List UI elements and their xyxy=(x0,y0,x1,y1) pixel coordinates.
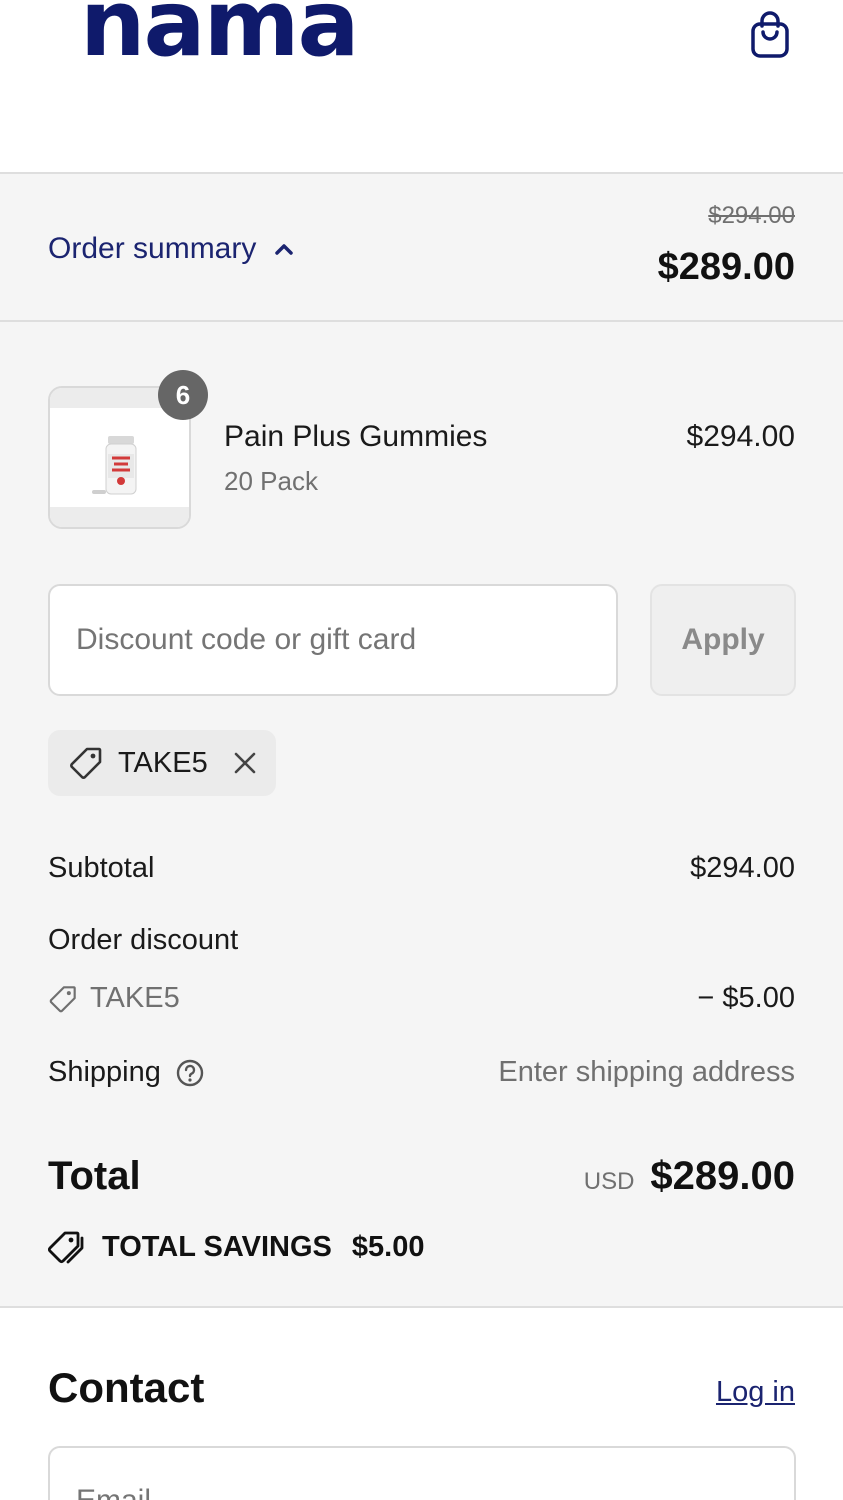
product-price: $294.00 xyxy=(686,420,795,453)
thumb-band-bottom xyxy=(50,507,189,527)
tag-icon xyxy=(49,985,76,1012)
product-name: Pain Plus Gummies xyxy=(224,420,488,453)
subtotal-value: $294.00 xyxy=(690,852,795,884)
brand-logo[interactable]: nama xyxy=(80,0,360,70)
login-link[interactable]: Log in xyxy=(716,1376,795,1409)
site-header: nama xyxy=(0,0,843,172)
discount-code-input[interactable] xyxy=(48,584,618,696)
shopping-bag-icon xyxy=(751,11,789,58)
shipping-row: Shipping xyxy=(48,1056,205,1089)
help-circle-icon[interactable] xyxy=(175,1058,205,1088)
summary-total: $289.00 xyxy=(657,246,795,288)
total-savings-value: $5.00 xyxy=(351,1230,425,1263)
apply-discount-button[interactable]: Apply xyxy=(650,584,796,696)
order-discount-value: − $5.00 xyxy=(697,982,795,1014)
total-value-group: USD $289.00 xyxy=(584,1154,795,1199)
email-field[interactable] xyxy=(48,1446,796,1500)
total-currency: USD xyxy=(583,1168,635,1195)
order-discount-label: Order discount xyxy=(48,924,239,956)
tag-icon xyxy=(70,747,102,779)
order-summary-label: Order summary xyxy=(48,232,257,265)
total-amount: $289.00 xyxy=(650,1154,795,1198)
order-summary-bar: Order summary $294.00 $289.00 xyxy=(0,172,843,322)
shipping-label: Shipping xyxy=(48,1056,161,1088)
original-total: $294.00 xyxy=(708,202,795,229)
remove-discount-button[interactable] xyxy=(232,750,258,776)
product-variant: 20 Pack xyxy=(224,466,318,496)
order-discount-code-line: TAKE5 xyxy=(48,982,180,1015)
applied-discount-chip: TAKE5 xyxy=(48,730,276,796)
contact-heading: Contact xyxy=(48,1364,205,1411)
total-savings-label: TOTAL SAVINGS xyxy=(102,1230,332,1263)
shipping-value: Enter shipping address xyxy=(498,1056,795,1088)
chevron-up-icon xyxy=(275,244,294,255)
applied-code-label: TAKE5 xyxy=(118,746,208,779)
cart-button[interactable] xyxy=(745,10,795,60)
close-icon xyxy=(234,752,256,774)
order-summary-toggle[interactable]: Order summary xyxy=(48,232,294,266)
total-label: Total xyxy=(48,1154,141,1198)
total-savings-row: TOTAL SAVINGS $5.00 xyxy=(48,1228,424,1266)
order-summary-panel: 6 Pain Plus Gummies 20 Pack $294.00 Appl… xyxy=(0,322,843,1308)
tags-icon xyxy=(48,1231,84,1264)
subtotal-label: Subtotal xyxy=(48,852,155,884)
quantity-badge: 6 xyxy=(158,370,208,420)
order-discount-code: TAKE5 xyxy=(90,982,180,1014)
